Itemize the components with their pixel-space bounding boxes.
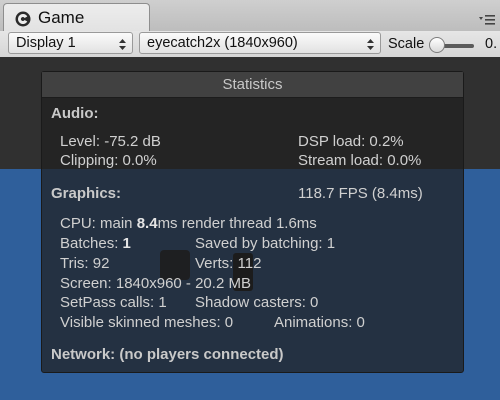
game-toolbar: Display 1 eyecatch2x (1840x960) Scale 0. [0, 31, 500, 58]
statistics-title: Statistics [42, 72, 463, 98]
graphics-verts: Verts: 112 [195, 255, 262, 272]
tab-menu-icon[interactable] [478, 14, 496, 26]
display-dropdown[interactable]: Display 1 [8, 32, 133, 54]
display-value: Display 1 [16, 35, 76, 51]
cpu-prefix: CPU: main [60, 215, 133, 232]
network-status: Network: (no players connected) [51, 346, 284, 363]
scale-slider-thumb[interactable] [429, 37, 445, 53]
graphics-visible-skinned-meshes: Visible skinned meshes: 0 [60, 314, 234, 331]
resolution-value: eyecatch2x (1840x960) [147, 35, 298, 51]
tab-title: Game [38, 8, 85, 27]
audio-stream-load: Stream load: 0.0% [298, 152, 422, 169]
updown-arrow-icon [367, 39, 374, 50]
graphics-screen: Screen: 1840x960 - 20.2 MB [60, 275, 251, 292]
statistics-panel: Statistics Audio: Level: -75.2 dB DSP lo… [41, 71, 464, 373]
audio-dsp-load: DSP load: 0.2% [298, 133, 404, 150]
graphics-batches: Batches: 1 [60, 235, 131, 252]
audio-clipping: Clipping: 0.0% [60, 152, 157, 169]
resolution-dropdown[interactable]: eyecatch2x (1840x960) [139, 32, 381, 54]
graphics-saved-by-batching: Saved by batching: 1 [195, 235, 336, 252]
graphics-shadow-casters: Shadow casters: 0 [195, 294, 319, 311]
audio-level: Level: -75.2 dB [60, 133, 161, 150]
audio-heading: Audio: [51, 105, 99, 122]
tab-bar: Game [0, 0, 500, 32]
updown-arrow-icon [119, 39, 126, 50]
cpu-suffix: ms render thread 1.6ms [157, 215, 317, 232]
graphics-cpu: CPU: main 8.4ms render thread 1.6ms [60, 215, 317, 232]
graphics-setpass-calls: SetPass calls: 1 [60, 294, 167, 311]
graphics-animations: Animations: 0 [274, 314, 365, 331]
batches-label: Batches: [60, 235, 119, 252]
batches-value: 1 [122, 235, 131, 252]
scale-label: Scale [388, 36, 425, 52]
graphics-heading: Graphics: [51, 185, 122, 202]
cpu-main-value: 8.4 [136, 215, 158, 232]
tab-game[interactable]: Game [3, 3, 150, 32]
unity-game-icon [15, 11, 31, 27]
graphics-fps: 118.7 FPS (8.4ms) [298, 185, 423, 202]
scale-value: 0. [485, 36, 498, 52]
graphics-tris: Tris: 92 [60, 255, 110, 272]
